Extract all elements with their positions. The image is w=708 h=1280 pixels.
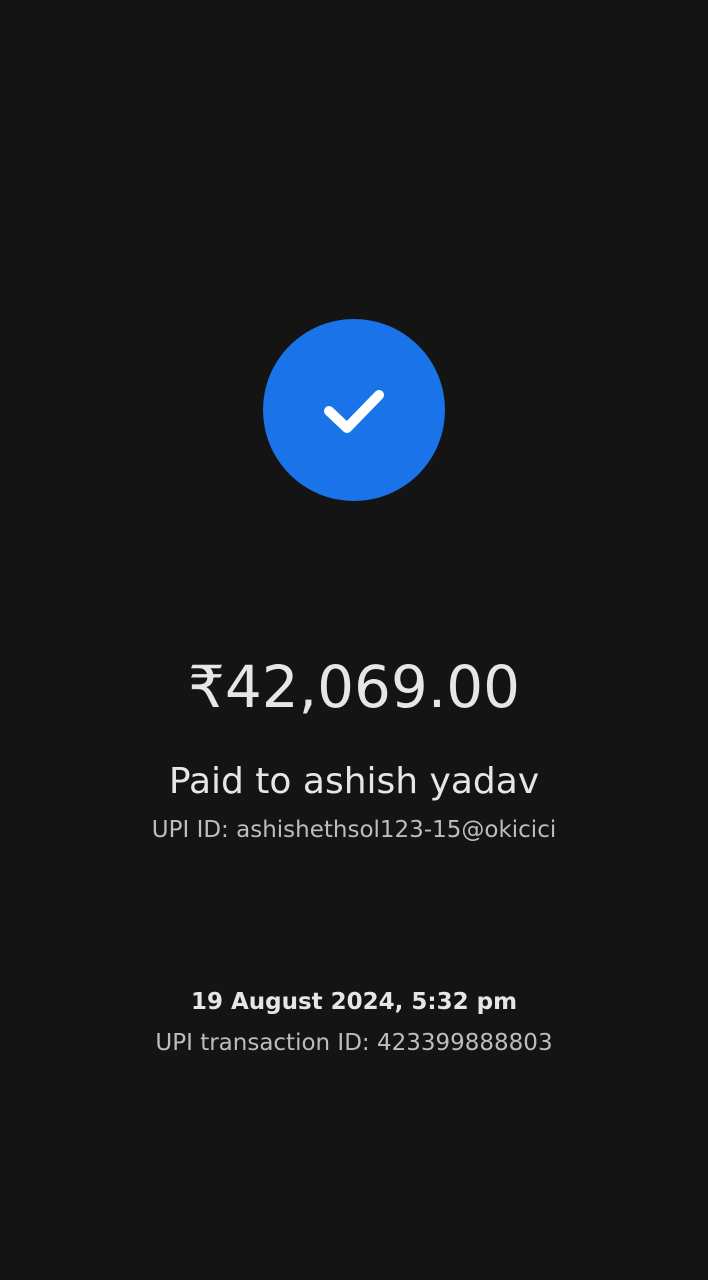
payee-upi-id: UPI ID: ashishethsol123-15@okicici bbox=[151, 817, 557, 843]
upi-transaction-id: UPI transaction ID: 423399888803 bbox=[155, 1030, 553, 1056]
transaction-datetime: 19 August 2024, 5:32 pm bbox=[190, 989, 518, 1015]
payee-name: Paid to ashish yadav bbox=[168, 761, 540, 802]
payment-success-screen: ₹42,069.00 Paid to ashish yadav UPI ID: … bbox=[0, 0, 708, 1280]
checkmark-icon bbox=[324, 390, 384, 433]
success-status-badge bbox=[263, 319, 445, 501]
payment-amount: ₹42,069.00 bbox=[187, 653, 521, 721]
